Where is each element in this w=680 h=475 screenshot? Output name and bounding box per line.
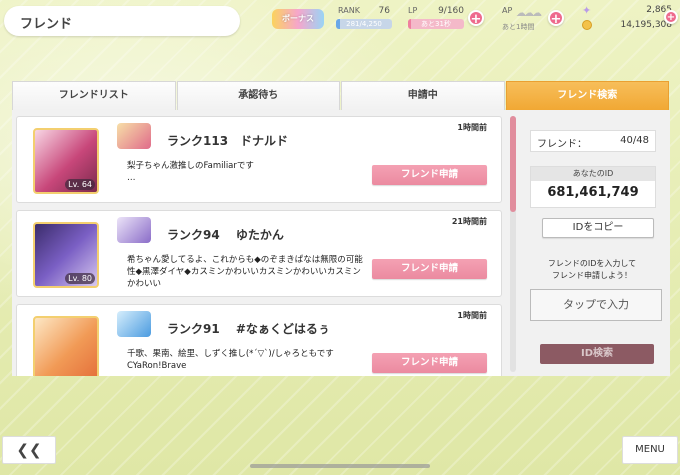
user-level: Lv. 64 bbox=[65, 179, 95, 190]
friend-search-panel: Lv. 64 ランク113 ドナルド 1時間前 梨子ちゃん激推しのFamilia… bbox=[12, 110, 670, 376]
user-message: 希ちゃん愛してるよ、これからも◆のぞまきぱなは無限の可能性◆黒澤ダイヤ◆カスミン… bbox=[127, 255, 363, 289]
user-level: Lv. 80 bbox=[65, 273, 95, 284]
tab-pending-approval[interactable]: 承認待ち bbox=[176, 81, 340, 110]
ap-cloud-icon: ☁☁☁ bbox=[516, 8, 542, 19]
user-avatar[interactable]: Lv. 64 bbox=[33, 128, 99, 194]
my-id-value: 681,461,749 bbox=[547, 185, 639, 200]
friend-count-label: フレンド： bbox=[537, 139, 587, 150]
id-search-hint: フレンドのIDを入力して フレンド申請しよう！ bbox=[547, 259, 637, 280]
last-login-time: 1時間前 bbox=[457, 123, 487, 132]
lp-label: LP bbox=[408, 6, 418, 15]
friend-request-button[interactable]: フレンド申請 bbox=[372, 353, 487, 373]
user-card: Lv. 64 ランク113 ドナルド 1時間前 梨子ちゃん激推しのFamilia… bbox=[16, 116, 502, 203]
rank-exp-text: 281/4,250 bbox=[346, 20, 382, 28]
user-card: ランク91 #なぁくどはるぅ 1時間前 千歌、果南、絵里、しずく推し(*´▽`)… bbox=[16, 304, 502, 376]
event-logo[interactable]: ボーナス bbox=[272, 9, 324, 29]
user-card: Lv. 80 ランク94 ゆたかん 21時間前 希ちゃん愛してるよ、これからも◆… bbox=[16, 210, 502, 297]
last-login-time: 21時間前 bbox=[451, 217, 487, 226]
top-bar: フレンド ボーナス RANK 76 281/4,250 LP 9/160 あと3… bbox=[0, 0, 680, 46]
title-badge-icon bbox=[117, 311, 151, 337]
back-button[interactable]: ❮❮ bbox=[2, 436, 56, 464]
lp-bar: あと31秒 bbox=[408, 19, 464, 29]
list-scrollbar-thumb[interactable] bbox=[510, 116, 516, 212]
user-message: 梨子ちゃん激推しのFamiliarです … bbox=[127, 161, 254, 183]
lp-meter: LP 9/160 あと31秒 bbox=[408, 6, 464, 36]
user-rank-name: ランク94 ゆたかん bbox=[167, 228, 284, 242]
id-search-sidebar: フレンド： 40/48 あなたのID 681,461,749 IDをコピー フレ… bbox=[522, 110, 670, 376]
home-indicator bbox=[250, 464, 430, 468]
tab-friend-list[interactable]: フレンドリスト bbox=[12, 81, 176, 110]
title-badge-icon bbox=[117, 123, 151, 149]
menu-button[interactable]: MENU bbox=[622, 436, 678, 464]
star-gem-icon: ✦ bbox=[582, 4, 592, 17]
rank-exp-bar: 281/4,250 bbox=[336, 19, 392, 29]
copy-id-button[interactable]: IDをコピー bbox=[542, 218, 654, 238]
friend-request-button[interactable]: フレンド申請 bbox=[372, 165, 487, 185]
screen-title-pill: フレンド bbox=[4, 6, 240, 36]
ap-meter: AP ☁☁☁ あと1時間 bbox=[502, 6, 546, 36]
screen-title: フレンド bbox=[20, 17, 73, 32]
rank-value: 76 bbox=[378, 6, 390, 16]
friend-id-input[interactable]: タップで入力 bbox=[530, 289, 662, 321]
currency-display: ✦ 2,865 14,195,308 bbox=[582, 4, 678, 38]
ap-plus-button[interactable]: + bbox=[548, 10, 564, 27]
friend-tabs: フレンドリスト 承認待ち 申請中 フレンド検索 bbox=[12, 81, 670, 110]
last-login-time: 1時間前 bbox=[457, 311, 487, 320]
lp-value: 9/160 bbox=[438, 6, 464, 16]
user-message: 千歌、果南、絵里、しずく推し(*´▽`)/しゃろともです CYaRon!Brav… bbox=[127, 349, 360, 371]
friend-count-box: フレンド： 40/48 bbox=[530, 130, 656, 152]
ap-label: AP bbox=[502, 6, 513, 15]
user-list[interactable]: Lv. 64 ランク113 ドナルド 1時間前 梨子ちゃん激推しのFamilia… bbox=[12, 110, 510, 376]
user-rank-name: ランク113 ドナルド bbox=[167, 134, 289, 148]
user-avatar[interactable] bbox=[33, 316, 99, 376]
rank-meter: RANK 76 281/4,250 bbox=[336, 6, 392, 36]
my-id-box: あなたのID 681,461,749 bbox=[530, 166, 656, 208]
ap-recover-text: あと1時間 bbox=[502, 23, 535, 31]
title-badge-icon bbox=[117, 217, 151, 243]
friend-request-button[interactable]: フレンド申請 bbox=[372, 259, 487, 279]
gold-coin-icon bbox=[582, 20, 592, 30]
my-id-label: あなたのID bbox=[531, 167, 655, 181]
gold-count: 14,195,308 bbox=[620, 20, 672, 30]
tab-sent-requests[interactable]: 申請中 bbox=[341, 81, 505, 110]
tab-friend-search[interactable]: フレンド検索 bbox=[505, 81, 669, 110]
user-rank-name: ランク91 #なぁくどはるぅ bbox=[167, 322, 330, 336]
lp-plus-button[interactable]: + bbox=[468, 10, 484, 27]
gem-plus-button[interactable]: + bbox=[664, 10, 678, 24]
rank-label: RANK bbox=[338, 6, 360, 15]
user-avatar[interactable]: Lv. 80 bbox=[33, 222, 99, 288]
list-scrollbar[interactable] bbox=[510, 116, 516, 372]
id-search-button[interactable]: ID検索 bbox=[540, 344, 654, 364]
lp-recover-text: あと31秒 bbox=[421, 20, 451, 28]
friend-count-value: 40/48 bbox=[620, 135, 649, 146]
